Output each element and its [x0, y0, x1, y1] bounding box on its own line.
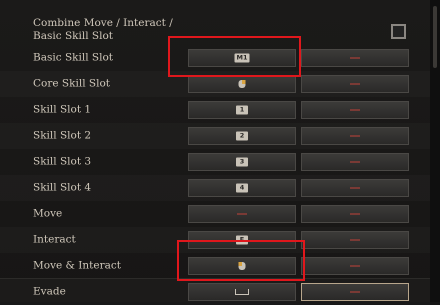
row-label: Basic Skill Slot [33, 51, 114, 64]
secondary-binding-button[interactable] [301, 231, 409, 249]
primary-binding-button[interactable]: 1 [188, 101, 296, 119]
primary-binding-button[interactable]: 4 [188, 179, 296, 197]
row-label: Skill Slot 2 [33, 129, 92, 142]
unbound-dash-icon [350, 109, 360, 111]
key-1-icon: 1 [236, 105, 248, 115]
row-label: Move [33, 207, 63, 220]
secondary-binding-button[interactable] [301, 153, 409, 171]
row-label: Move & Interact [33, 259, 121, 272]
key-4-icon: 4 [236, 183, 248, 193]
row-label: Interact [33, 233, 76, 246]
unbound-dash-icon [350, 135, 360, 137]
unbound-dash-icon [350, 187, 360, 189]
primary-binding-button[interactable] [188, 205, 296, 223]
unbound-dash-icon [350, 291, 360, 293]
scrollbar[interactable] [430, 0, 440, 302]
secondary-binding-button[interactable] [301, 101, 409, 119]
highlight-box-move-interact [177, 240, 305, 281]
secondary-binding-button[interactable] [301, 283, 409, 301]
primary-binding-button[interactable] [188, 283, 296, 301]
scrollbar-thumb[interactable] [433, 6, 437, 68]
highlight-box-basic-skill [168, 36, 301, 77]
row-label: Skill Slot 3 [33, 155, 92, 168]
row-label: Skill Slot 4 [33, 181, 92, 194]
keybind-row-evade: Evade [0, 279, 430, 305]
unbound-dash-icon [350, 161, 360, 163]
keybind-row-move: Move [0, 201, 430, 227]
key-3-icon: 3 [236, 157, 248, 167]
spacebar-icon [235, 289, 249, 295]
primary-binding-button[interactable]: 3 [188, 153, 296, 171]
unbound-dash-icon [350, 83, 360, 85]
keybind-row-skill-slot-4: Skill Slot 4 4 [0, 175, 430, 201]
unbound-dash-icon [350, 239, 360, 241]
unbound-dash-icon [350, 57, 360, 59]
secondary-binding-button[interactable] [301, 49, 409, 67]
row-label: Skill Slot 1 [33, 103, 92, 116]
key-2-icon: 2 [236, 131, 248, 141]
keybind-row-skill-slot-1: Skill Slot 1 1 [0, 97, 430, 123]
unbound-dash-icon [237, 213, 247, 215]
secondary-binding-button[interactable] [301, 179, 409, 197]
primary-binding-button[interactable] [188, 75, 296, 93]
keybind-row-skill-slot-2: Skill Slot 2 2 [0, 123, 430, 149]
keybind-settings-panel: Combine Move / Interact / Basic Skill Sl… [0, 0, 430, 302]
primary-binding-button[interactable]: 2 [188, 127, 296, 145]
secondary-binding-button[interactable] [301, 205, 409, 223]
mouse-right-icon [238, 80, 246, 88]
keybind-row-skill-slot-3: Skill Slot 3 3 [0, 149, 430, 175]
row-label: Core Skill Slot [33, 77, 110, 90]
unbound-dash-icon [350, 213, 360, 215]
combine-move-checkbox[interactable] [391, 24, 406, 39]
row-label: Evade [33, 285, 66, 298]
unbound-dash-icon [350, 265, 360, 267]
secondary-binding-button[interactable] [301, 127, 409, 145]
secondary-binding-button[interactable] [301, 75, 409, 93]
secondary-binding-button[interactable] [301, 257, 409, 275]
